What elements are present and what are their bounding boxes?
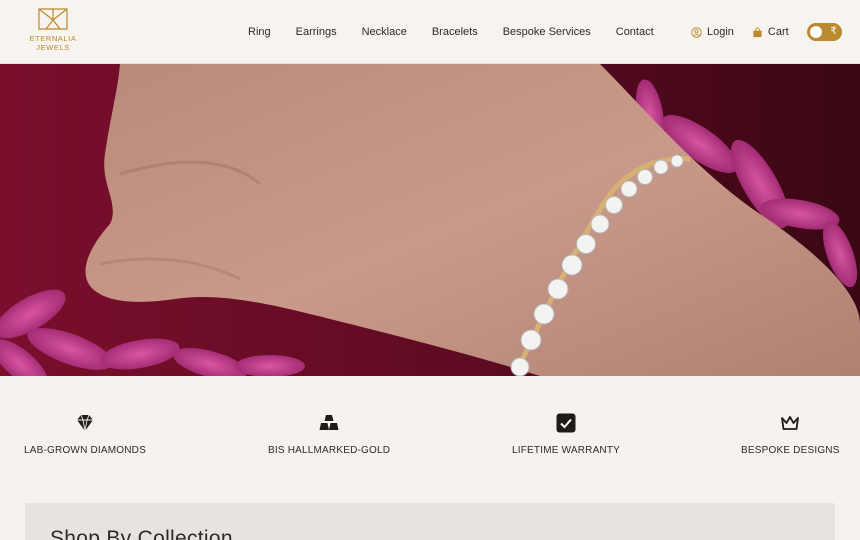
login-button[interactable]: Login [691,26,734,38]
brand-name-line1: ETERNALIA [29,34,77,43]
nav-item-earrings[interactable]: Earrings [296,26,337,38]
site-header: ETERNALIA JEWELS Ring Earrings Necklace … [0,0,860,64]
hero-image [0,64,860,376]
feature-label: BESPOKE DESIGNS [741,445,840,456]
nav-item-contact[interactable]: Contact [616,26,654,38]
brand-logo[interactable]: ETERNALIA JEWELS [24,6,82,58]
feature-label: LIFETIME WARRANTY [512,445,621,456]
cart-button[interactable]: Cart [752,26,789,38]
nav-item-necklace[interactable]: Necklace [362,26,407,38]
toggle-knob [809,26,822,38]
user-circle-icon [691,26,702,38]
shopping-bag-icon [753,26,762,37]
check-badge-icon [556,413,576,433]
nav-item-ring[interactable]: Ring [248,26,271,38]
feature-label: LAB-GROWN DIAMONDS [24,445,146,456]
cart-label: Cart [767,26,789,38]
nav-item-bespoke-services[interactable]: Bespoke Services [503,26,591,38]
hero-banner [0,64,860,376]
gold-bars-icon [319,415,339,430]
feature-label: BIS HALLMARKED-GOLD [268,445,391,456]
account-controls: Login Cart ₹ [691,0,842,64]
feature-bespoke-designs: BESPOKE DESIGNS [741,376,839,456]
feature-lifetime-warranty: LIFETIME WARRANTY [512,376,620,456]
crown-icon [781,416,799,430]
currency-symbol: ₹ [830,26,837,37]
main-nav: Ring Earrings Necklace Bracelets Bespoke… [248,0,654,64]
currency-toggle[interactable]: ₹ [806,23,842,41]
feature-bis-hallmarked-gold: BIS HALLMARKED-GOLD [268,376,390,456]
brand-logo-icon [38,8,68,30]
feature-lab-grown-diamonds: LAB-GROWN DIAMONDS [24,376,146,456]
brand-name-line2: JEWELS [36,43,70,52]
feature-strip: LAB-GROWN DIAMONDS BIS HALLMARKED-GOLD L… [0,376,860,502]
nav-item-bracelets[interactable]: Bracelets [432,26,478,38]
section-title: Shop By Collection [50,527,233,540]
shop-by-collection-section: Shop By Collection [25,503,835,540]
login-label: Login [707,26,734,38]
diamond-icon [77,414,93,432]
